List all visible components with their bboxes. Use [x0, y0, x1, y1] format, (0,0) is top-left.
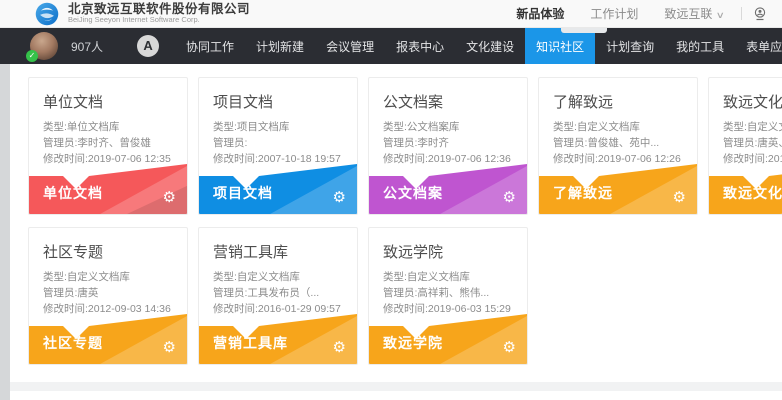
- doc-card-marketing-tools[interactable]: 营销工具库 类型:自定义文档库 管理员:工具发布员（... 修改时间:2016-…: [198, 227, 358, 365]
- nav-item-form-apps[interactable]: 表单应用: [735, 28, 782, 64]
- gear-icon[interactable]: ⚙: [163, 190, 176, 205]
- app-header: 北京致远互联软件股份有限公司 BeiJing Seeyon Internet S…: [0, 0, 782, 28]
- header-menu-work-plan[interactable]: 工作计划: [577, 5, 651, 22]
- doc-card-seeyon-culture[interactable]: 致远文化 类型:自定义文档库 管理员:唐英、 修改时间:201 致远文化 ⚙: [708, 77, 782, 215]
- member-count: 907人: [71, 38, 103, 55]
- next-panel-top: [10, 391, 782, 400]
- nav-item-collaboration[interactable]: 协同工作: [175, 28, 245, 64]
- doc-card-seeyon-academy[interactable]: 致远学院 类型:自定义文档库 管理员:高祥莉、熊伟... 修改时间:2019-0…: [368, 227, 528, 365]
- card-type: 类型:自定义文档库: [383, 269, 513, 285]
- card-ribbon: 致远学院 ⚙: [369, 312, 527, 364]
- gear-icon[interactable]: ⚙: [333, 190, 346, 205]
- card-ribbon: 项目文档 ⚙: [199, 162, 357, 214]
- doc-card-community-topics[interactable]: 社区专题 类型:自定义文档库 管理员:唐英 修改时间:2012-09-03 14…: [28, 227, 188, 365]
- card-type: 类型:自定义文档库: [553, 119, 683, 135]
- ribbon-label: 营销工具库: [213, 333, 288, 353]
- main-navbar: ✓ 907人 A 协同工作 计划新建 会议管理 报表中心 文化建设 知识社区 计…: [0, 28, 782, 64]
- content-panel: 单位文档 类型:单位文档库 管理员:李时齐、曾俊雄 修改时间:2019-07-0…: [10, 64, 782, 382]
- nav-item-report-center[interactable]: 报表中心: [385, 28, 455, 64]
- left-gutter: [0, 64, 10, 400]
- card-details: 类型:自定义文档库 管理员:曾俊雄、苑中... 修改时间:2019-07-06 …: [539, 119, 697, 167]
- card-type: 类型:自定义文档库: [43, 269, 173, 285]
- gear-icon[interactable]: ⚙: [163, 340, 176, 355]
- card-type: 类型:自定义文档库: [723, 119, 782, 135]
- gear-icon[interactable]: ⚙: [673, 190, 686, 205]
- card-details: 类型:自定义文档库 管理员:唐英 修改时间:2012-09-03 14:36: [29, 269, 187, 317]
- nav-item-culture[interactable]: 文化建设: [455, 28, 525, 64]
- card-type: 类型:公文档案库: [383, 119, 513, 135]
- seeyon-logo-icon: [34, 1, 60, 27]
- doc-card-about-seeyon[interactable]: 了解致远 类型:自定义文档库 管理员:曾俊雄、苑中... 修改时间:2019-0…: [538, 77, 698, 215]
- gear-icon[interactable]: ⚙: [503, 190, 516, 205]
- card-details: 类型:自定义文档库 管理员:高祥莉、熊伟... 修改时间:2019-06-03 …: [369, 269, 527, 317]
- card-details: 类型:项目文档库 管理员: 修改时间:2007-10-18 19:57: [199, 119, 357, 167]
- card-ribbon: 了解致远 ⚙: [539, 162, 697, 214]
- header-divider: [741, 7, 742, 20]
- card-admin: 管理员:唐英: [43, 285, 173, 301]
- header-menu: 新品体验 工作计划 致远互联 ∨: [503, 0, 782, 27]
- card-title: 社区专题: [29, 228, 187, 269]
- header-menu-new-experience[interactable]: 新品体验: [503, 5, 577, 22]
- card-details: 类型:单位文档库 管理员:李时齐、曾俊雄 修改时间:2019-07-06 12:…: [29, 119, 187, 167]
- card-ribbon: 致远文化 ⚙: [709, 162, 782, 214]
- nav-item-my-tools[interactable]: 我的工具: [665, 28, 735, 64]
- nav-item-knowledge-community[interactable]: 知识社区: [525, 28, 595, 64]
- ribbon-label: 了解致远: [553, 183, 613, 203]
- card-title: 公文档案: [369, 78, 527, 119]
- a8-circle-icon[interactable]: A: [137, 35, 159, 57]
- ribbon-label: 单位文档: [43, 183, 103, 203]
- card-admin: 管理员:唐英、: [723, 135, 782, 151]
- nav-item-plan-create[interactable]: 计划新建: [245, 28, 315, 64]
- header-menu-seeyon[interactable]: 致远互联 ∨: [651, 5, 737, 22]
- nav-items: 协同工作 计划新建 会议管理 报表中心 文化建设 知识社区 计划查询 我的工具 …: [175, 28, 782, 64]
- card-ribbon: 单位文档 ⚙: [29, 162, 187, 214]
- nav-item-plan-query[interactable]: 计划查询: [595, 28, 665, 64]
- card-details: 类型:公文档案库 管理员:李时齐 修改时间:2019-07-06 12:36: [369, 119, 527, 167]
- gear-icon[interactable]: ⚙: [333, 340, 346, 355]
- card-title: 致远文化: [709, 78, 782, 119]
- chevron-down-icon: ∨: [716, 10, 725, 21]
- card-type: 类型:项目文档库: [213, 119, 343, 135]
- ribbon-label: 项目文档: [213, 183, 273, 203]
- cards-row-2: 社区专题 类型:自定义文档库 管理员:唐英 修改时间:2012-09-03 14…: [10, 227, 782, 365]
- doc-card-official-archive[interactable]: 公文档案 类型:公文档案库 管理员:李时齐 修改时间:2019-07-06 12…: [368, 77, 528, 215]
- cards-row-1: 单位文档 类型:单位文档库 管理员:李时齐、曾俊雄 修改时间:2019-07-0…: [10, 77, 782, 215]
- card-admin: 管理员:: [213, 135, 343, 151]
- card-ribbon: 社区专题 ⚙: [29, 312, 187, 364]
- ribbon-label: 社区专题: [43, 333, 103, 353]
- ribbon-label: 致远文化: [723, 183, 782, 203]
- panel-separator: [10, 382, 782, 391]
- card-admin: 管理员:李时齐、曾俊雄: [43, 135, 173, 151]
- card-admin: 管理员:李时齐: [383, 135, 513, 151]
- card-ribbon: 营销工具库 ⚙: [199, 312, 357, 364]
- card-details: 类型:自定义文档库 管理员:工具发布员（... 修改时间:2016-01-29 …: [199, 269, 357, 317]
- doc-card-project-docs[interactable]: 项目文档 类型:项目文档库 管理员: 修改时间:2007-10-18 19:57…: [198, 77, 358, 215]
- online-check-badge-icon: ✓: [26, 50, 38, 62]
- profile-contact-icon[interactable]: [752, 6, 768, 22]
- card-type: 类型:自定义文档库: [213, 269, 343, 285]
- card-title: 了解致远: [539, 78, 697, 119]
- doc-card-unit-docs[interactable]: 单位文档 类型:单位文档库 管理员:李时齐、曾俊雄 修改时间:2019-07-0…: [28, 77, 188, 215]
- card-title: 营销工具库: [199, 228, 357, 269]
- card-admin: 管理员:工具发布员（...: [213, 285, 343, 301]
- company-name-block: 北京致远互联软件股份有限公司 BeiJing Seeyon Internet S…: [68, 3, 250, 24]
- card-title: 单位文档: [29, 78, 187, 119]
- header-menu-seeyon-label: 致远互联: [664, 7, 712, 21]
- card-ribbon: 公文档案 ⚙: [369, 162, 527, 214]
- nav-item-meeting[interactable]: 会议管理: [315, 28, 385, 64]
- ribbon-label: 公文档案: [383, 183, 443, 203]
- card-details: 类型:自定义文档库 管理员:唐英、 修改时间:201: [709, 119, 782, 167]
- card-admin: 管理员:曾俊雄、苑中...: [553, 135, 683, 151]
- header-active-menu-tail: [561, 28, 607, 33]
- card-type: 类型:单位文档库: [43, 119, 173, 135]
- card-title: 致远学院: [369, 228, 527, 269]
- card-title: 项目文档: [199, 78, 357, 119]
- user-avatar[interactable]: ✓: [30, 32, 58, 60]
- company-name-en: BeiJing Seeyon Internet Software Corp.: [68, 16, 250, 24]
- card-admin: 管理员:高祥莉、熊伟...: [383, 285, 513, 301]
- ribbon-label: 致远学院: [383, 333, 443, 353]
- gear-icon[interactable]: ⚙: [503, 340, 516, 355]
